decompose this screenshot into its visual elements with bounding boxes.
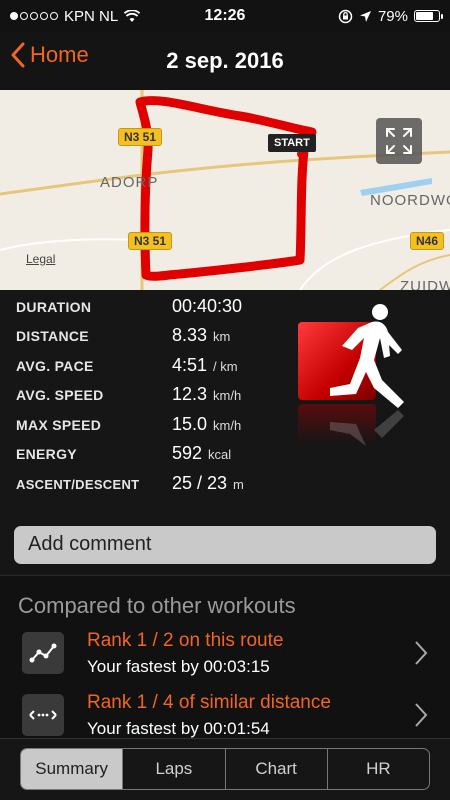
segmented-tabs: Summary Laps Chart HR bbox=[20, 748, 430, 790]
legal-link[interactable]: Legal bbox=[26, 252, 55, 266]
comparison-rank: Rank 1 / 4 of similar distance bbox=[87, 692, 331, 713]
tab-summary[interactable]: Summary bbox=[21, 749, 124, 789]
route-map[interactable]: N3 51 N3 51 N46 ADORP NOORDWO ZUIDW Lega… bbox=[0, 90, 450, 290]
tab-laps[interactable]: Laps bbox=[123, 749, 226, 789]
comparison-detail: Your fastest by 00:03:15 bbox=[87, 657, 270, 676]
tab-chart[interactable]: Chart bbox=[226, 749, 328, 789]
running-icon bbox=[330, 304, 404, 446]
wifi-icon bbox=[124, 9, 141, 22]
stat-value: 592 bbox=[172, 443, 203, 463]
stat-unit: / km bbox=[213, 359, 238, 374]
expand-icon bbox=[386, 128, 412, 154]
expand-map-button[interactable] bbox=[376, 118, 422, 164]
stat-value: 8.33 bbox=[172, 325, 208, 345]
back-label: Home bbox=[30, 42, 89, 67]
stat-unit: m bbox=[233, 477, 244, 492]
chevron-right-icon bbox=[415, 641, 428, 665]
stat-unit: km/h bbox=[213, 418, 242, 433]
place-label: NOORDWO bbox=[370, 192, 450, 209]
stat-value: 4:51 bbox=[172, 355, 208, 375]
add-comment-button[interactable]: Add comment bbox=[14, 526, 436, 564]
stat-label: DISTANCE bbox=[16, 328, 89, 344]
stat-unit: km bbox=[213, 329, 231, 344]
stat-avg-pace: AVG. PACE 4:51 / km bbox=[16, 355, 238, 376]
status-left: KPN NL bbox=[10, 8, 170, 25]
road-badge: N3 51 bbox=[128, 232, 173, 250]
battery-percent: 79% bbox=[377, 7, 408, 25]
comparison-row-route[interactable]: Rank 1 / 2 on this route Your fastest by… bbox=[0, 630, 450, 692]
stat-label: ASCENT/DESCENT bbox=[16, 477, 140, 492]
stat-energy: ENERGY 592 kcal bbox=[16, 443, 231, 464]
comparison-detail: Your fastest by 00:01:54 bbox=[87, 719, 270, 738]
stat-value: 25 / 23 bbox=[172, 473, 228, 493]
tab-hr[interactable]: HR bbox=[328, 749, 429, 789]
stat-duration: DURATION 00:40:30 bbox=[16, 296, 248, 317]
status-bar: KPN NL 12:26 79% bbox=[0, 0, 450, 32]
chevron-left-icon bbox=[11, 42, 25, 68]
stat-label: ENERGY bbox=[16, 446, 77, 462]
status-time: 12:26 bbox=[204, 7, 246, 24]
back-button[interactable]: Home bbox=[10, 42, 89, 68]
stat-unit: kcal bbox=[208, 447, 232, 462]
comment-section: Add comment bbox=[0, 520, 450, 576]
stat-max-speed: MAX SPEED 15.0 km/h bbox=[16, 414, 241, 435]
comparison-title: Compared to other workouts bbox=[18, 593, 296, 618]
signal-icon bbox=[10, 12, 58, 20]
stat-label: DURATION bbox=[16, 299, 92, 315]
navigation-bar: Home 2 sep. 2016 bbox=[0, 32, 450, 90]
stat-label: AVG. SPEED bbox=[16, 387, 104, 403]
stat-unit: km/h bbox=[213, 388, 242, 403]
carrier-name: KPN NL bbox=[64, 7, 119, 25]
stat-value: 00:40:30 bbox=[172, 296, 243, 316]
place-label: ADORP bbox=[100, 174, 159, 191]
start-marker: START bbox=[268, 134, 316, 152]
location-arrow-icon bbox=[359, 10, 371, 22]
chevron-right-icon bbox=[415, 703, 428, 727]
place-label: ZUIDW bbox=[400, 278, 450, 290]
stat-label: AVG. PACE bbox=[16, 358, 94, 374]
distance-arrows-icon bbox=[22, 694, 64, 736]
stat-distance: DISTANCE 8.33 km bbox=[16, 325, 230, 346]
comparison-rank: Rank 1 / 2 on this route bbox=[87, 630, 284, 651]
stat-avg-speed: AVG. SPEED 12.3 km/h bbox=[16, 384, 241, 405]
road-badge: N3 51 bbox=[118, 128, 163, 146]
stat-label: MAX SPEED bbox=[16, 417, 102, 433]
stat-ascent-descent: ASCENT/DESCENT 25 / 23 m bbox=[16, 473, 244, 494]
rotation-lock-icon bbox=[338, 9, 353, 23]
route-graph-icon bbox=[22, 632, 64, 674]
battery-icon bbox=[414, 10, 443, 22]
comparison-section: Compared to other workouts Rank 1 / 2 on… bbox=[0, 577, 450, 738]
status-right: 79% bbox=[280, 7, 443, 25]
stat-value: 12.3 bbox=[172, 384, 208, 404]
stat-value: 15.0 bbox=[172, 414, 208, 434]
road-badge: N46 bbox=[410, 232, 445, 250]
